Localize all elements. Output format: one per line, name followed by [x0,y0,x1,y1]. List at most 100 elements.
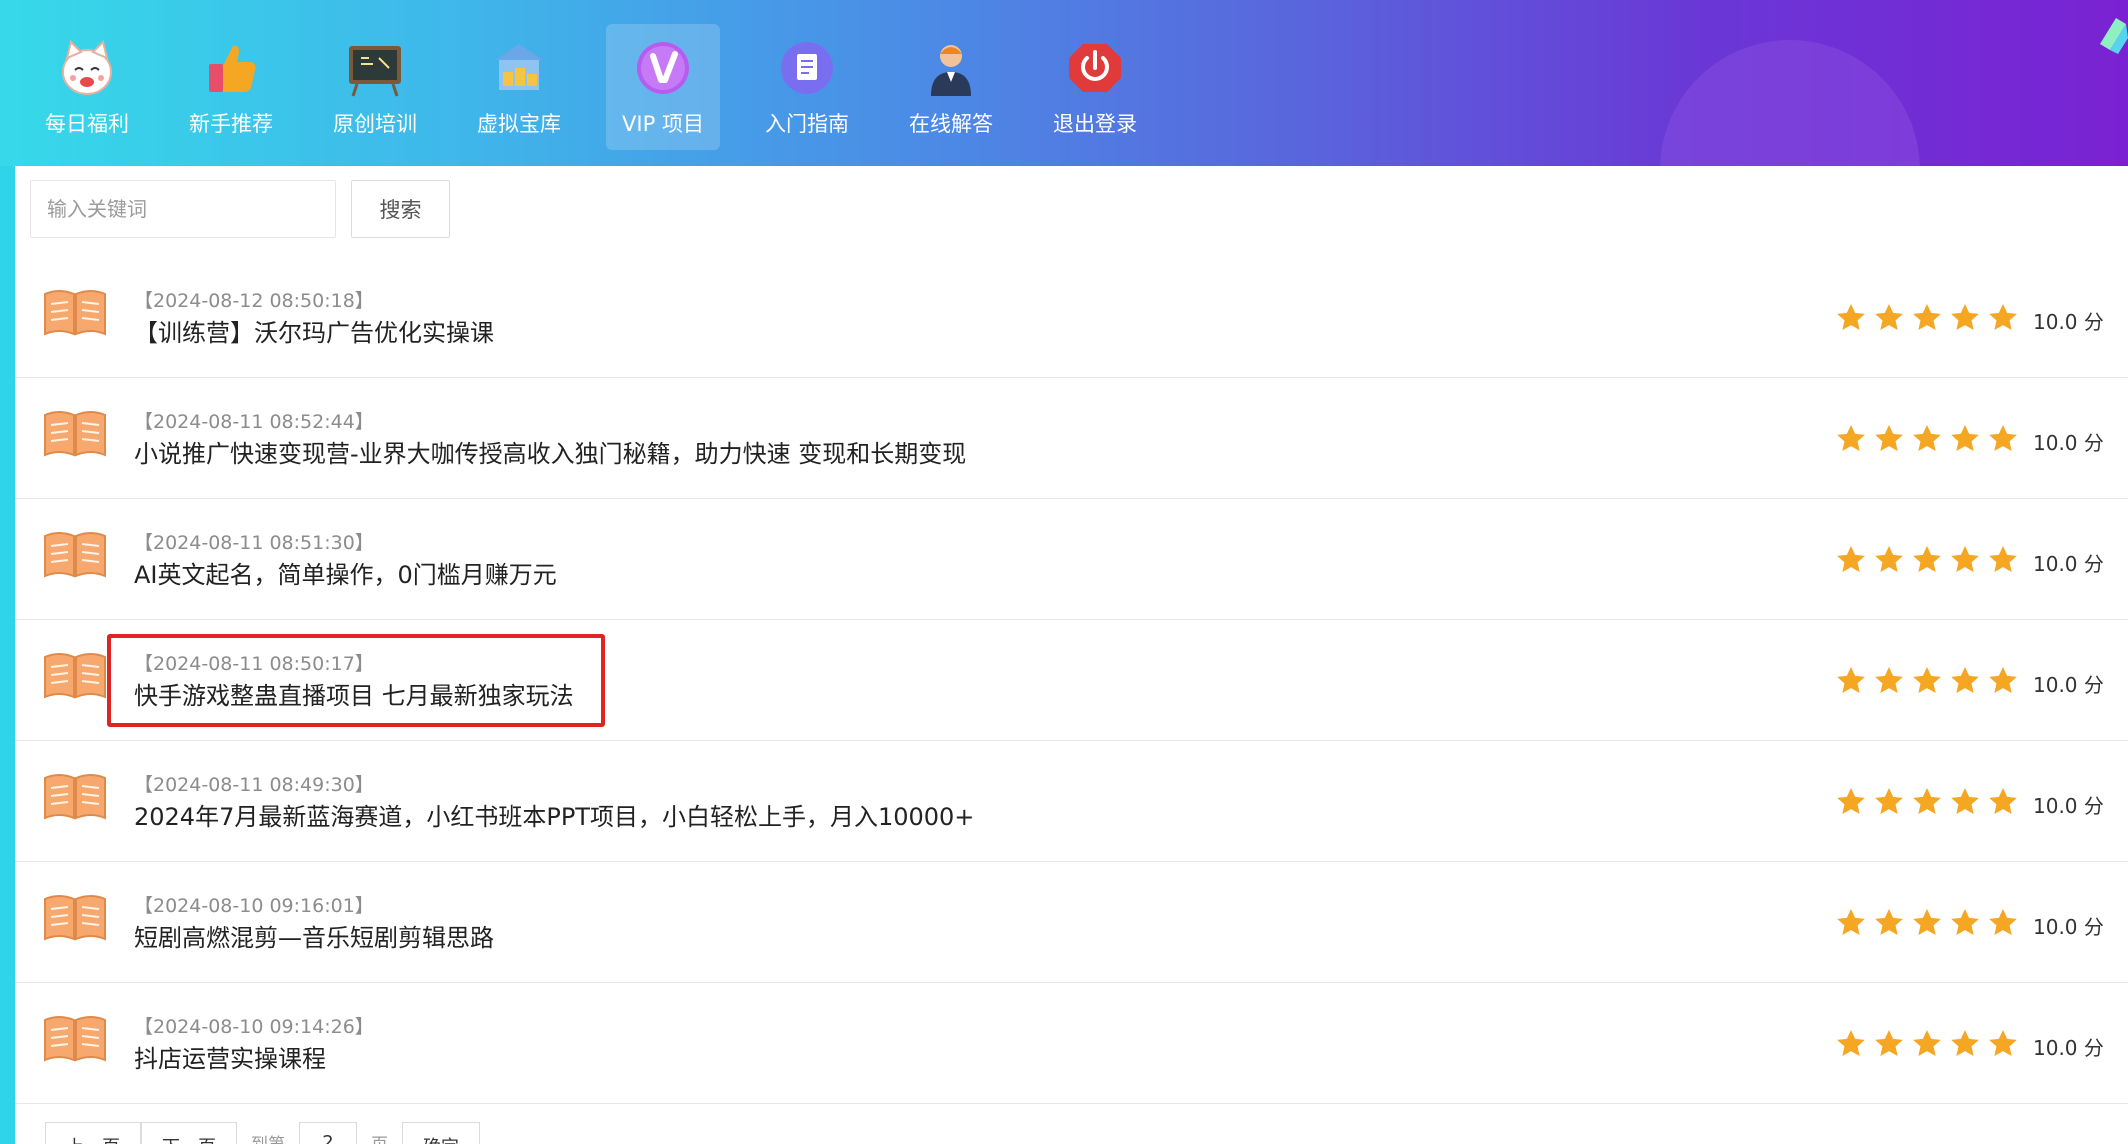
header-glow-decoration [1660,40,1920,166]
nav-item-vip-projects[interactable]: VIP 项目 [606,24,720,150]
list-item[interactable]: 【2024-08-11 08:51:30】 AI英文起名，简单操作，0门槛月赚万元… [15,499,2128,620]
nav-item-original-training[interactable]: 原创培训 [318,24,432,150]
list-item[interactable]: 【2024-08-11 08:52:44】 小说推广快速变现营-业界大咖传授高收入… [15,378,2128,499]
star-icon [1837,788,1865,814]
item-title-link[interactable]: 抖店运营实操课程 [134,1039,326,1074]
nav-label: VIP 项目 [622,112,704,136]
list-item[interactable]: 【2024-08-12 08:50:18】 【训练营】沃尔玛广告优化实操课 10.0… [15,266,2128,378]
star-icon [1875,546,1903,572]
item-title-link[interactable]: 【训练营】沃尔玛广告优化实操课 [134,313,494,348]
list-item[interactable]: 【2024-08-10 09:16:01】 短剧高燃混剪—音乐短剧剪辑思路 10.0… [15,862,2128,983]
star-icon [1951,425,1979,451]
rating-stars [1835,302,2019,334]
item-title-link[interactable]: 短剧高燃混剪—音乐短剧剪辑思路 [134,918,494,953]
star-icon [1989,667,2017,693]
open-book-icon [44,1016,106,1062]
star-icon [1875,1030,1903,1056]
nav-item-getting-started[interactable]: 入门指南 [750,24,864,150]
page-number-input[interactable] [299,1122,357,1144]
star-icon [1913,667,1941,693]
item-score: 10.0 分 [2033,673,2104,697]
prev-page-button[interactable]: 上一页 [45,1122,141,1144]
rating-stars [1835,907,2019,939]
item-score: 10.0 分 [2033,794,2104,818]
blackboard-icon [349,46,401,97]
star-icon [1989,788,2017,814]
thumbs-up-icon [209,45,256,92]
star-icon [1875,909,1903,935]
item-date: 【2024-08-10 09:14:26】 [134,1016,374,1038]
next-page-button[interactable]: 下一页 [141,1122,237,1144]
star-icon [1951,1030,1979,1056]
item-title-link[interactable]: AI英文起名，简单操作，0门槛月赚万元 [134,555,557,590]
corner-logo-icon [2100,18,2128,54]
star-icon [1875,667,1903,693]
item-title-link[interactable]: 2024年7月最新蓝海赛道，小红书班本PPT项目，小白轻松上手，月入10000+ [134,797,974,832]
item-date: 【2024-08-11 08:52:44】 [134,411,374,433]
star-icon [1837,425,1865,451]
rating-stars [1835,665,2019,697]
nav-label: 虚拟宝库 [477,112,561,136]
star-icon [1951,788,1979,814]
star-icon [1913,909,1941,935]
nav-label: 每日福利 [45,112,129,136]
star-icon [1837,909,1865,935]
star-icon [1989,304,2017,330]
vip-badge-icon [637,42,689,94]
nav-label: 原创培训 [333,112,417,136]
power-icon [1069,44,1121,92]
nav-item-beginner-recommend[interactable]: 新手推荐 [174,24,288,150]
list-item[interactable]: 【2024-08-11 08:49:30】 2024年7月最新蓝海赛道，小红书班本… [15,741,2128,862]
item-date: 【2024-08-10 09:16:01】 [134,895,374,917]
list-item[interactable]: 【2024-08-11 08:50:17】 快手游戏整蛊直播项目 七月最新独家玩法… [15,620,2128,741]
star-icon [1875,304,1903,330]
item-score: 10.0 分 [2033,552,2104,576]
item-score: 10.0 分 [2033,310,2104,334]
search-button[interactable]: 搜索 [351,180,450,238]
nav-item-logout[interactable]: 退出登录 [1038,24,1152,150]
star-icon [1875,425,1903,451]
item-date: 【2024-08-11 08:51:30】 [134,532,374,554]
star-icon [1951,546,1979,572]
nav-label: 退出登录 [1053,112,1137,136]
item-date: 【2024-08-12 08:50:18】 [134,290,374,312]
open-book-icon [44,411,106,457]
item-score: 10.0 分 [2033,1036,2104,1060]
content-panel: 搜索 【2024-08-12 08:50:18】【训练营】沃尔玛广告优化实操课 1… [15,166,2128,1144]
nav-label: 新手推荐 [189,112,273,136]
star-icon [1875,788,1903,814]
goto-label: 到第 [251,1122,285,1144]
item-date: 【2024-08-11 08:50:17】 [134,653,374,675]
search-input[interactable] [30,180,336,238]
nav-item-daily-welfare[interactable]: 每日福利 [30,24,144,150]
item-score: 10.0 分 [2033,431,2104,455]
nav-item-virtual-treasury[interactable]: 虚拟宝库 [462,24,576,150]
open-book-icon [44,895,106,941]
star-icon [1989,546,2017,572]
star-icon [1951,304,1979,330]
confirm-page-button[interactable]: 确定 [402,1122,480,1144]
star-icon [1951,909,1979,935]
star-icon [1837,546,1865,572]
nav-item-online-answers[interactable]: 在线解答 [894,24,1008,150]
nav-label: 在线解答 [909,112,993,136]
rating-stars [1835,1028,2019,1060]
rating-stars [1835,786,2019,818]
star-icon [1989,1030,2017,1056]
item-date: 【2024-08-11 08:49:30】 [134,774,374,796]
top-navigation-bar: 每日福利 新手推荐 原创培训 虚拟宝库 VIP 项目 入门指南 在线解答 退出登… [0,0,2128,166]
star-icon [1951,667,1979,693]
star-icon [1837,1030,1865,1056]
lucky-cat-icon [62,40,112,95]
open-book-icon [44,532,106,578]
open-book-icon [44,290,106,336]
pagination: 上一页 下一页 到第 页 确定 [45,1122,480,1144]
item-score: 10.0 分 [2033,915,2104,939]
list-item[interactable]: 【2024-08-10 09:14:26】 抖店运营实操课程 10.0 分 [15,983,2128,1104]
star-icon [1913,1030,1941,1056]
star-icon [1989,425,2017,451]
item-title-link[interactable]: 小说推广快速变现营-业界大咖传授高收入独门秘籍，助力快速 变现和长期变现 [134,434,966,469]
nav-label: 入门指南 [765,112,849,136]
document-icon [781,42,833,94]
item-title-link[interactable]: 快手游戏整蛊直播项目 七月最新独家玩法 [134,676,574,711]
